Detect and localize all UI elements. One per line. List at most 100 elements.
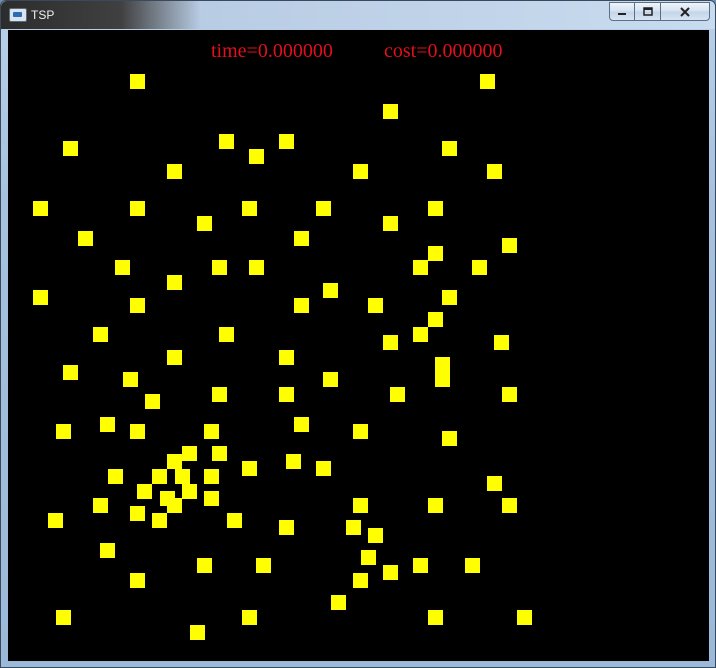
city-point xyxy=(152,513,167,528)
city-point xyxy=(182,484,197,499)
city-point xyxy=(428,246,443,261)
maximize-button[interactable] xyxy=(634,2,661,21)
city-point xyxy=(286,454,301,469)
title-bar[interactable]: TSP xyxy=(1,1,715,29)
city-point xyxy=(56,424,71,439)
city-point xyxy=(33,201,48,216)
city-point xyxy=(517,610,532,625)
city-point xyxy=(294,417,309,432)
city-point xyxy=(130,74,145,89)
city-point xyxy=(279,350,294,365)
city-point xyxy=(383,104,398,119)
city-point xyxy=(435,357,450,372)
city-point xyxy=(242,610,257,625)
city-point xyxy=(316,201,331,216)
city-point xyxy=(383,335,398,350)
city-point xyxy=(346,520,361,535)
city-point xyxy=(472,260,487,275)
window-title: TSP xyxy=(31,8,55,22)
city-point xyxy=(502,387,517,402)
city-point xyxy=(442,290,457,305)
city-point xyxy=(413,558,428,573)
city-point xyxy=(227,513,242,528)
city-point xyxy=(63,141,78,156)
city-point xyxy=(279,387,294,402)
city-point xyxy=(487,164,502,179)
time-readout: time=0.000000 xyxy=(211,40,333,62)
city-point xyxy=(316,461,331,476)
city-point xyxy=(197,558,212,573)
city-point xyxy=(353,164,368,179)
city-point xyxy=(294,231,309,246)
city-point xyxy=(93,498,108,513)
city-point xyxy=(48,513,63,528)
city-point xyxy=(323,283,338,298)
city-point xyxy=(108,469,123,484)
city-point xyxy=(435,372,450,387)
city-point xyxy=(502,498,517,513)
city-point xyxy=(130,201,145,216)
tsp-canvas[interactable]: time=0.000000 cost=0.000000 xyxy=(8,30,709,661)
city-point xyxy=(175,469,190,484)
city-point xyxy=(353,424,368,439)
city-point xyxy=(63,365,78,380)
city-point xyxy=(130,506,145,521)
city-point xyxy=(442,431,457,446)
close-button[interactable] xyxy=(660,2,710,21)
city-point xyxy=(145,394,160,409)
app-icon xyxy=(9,8,27,22)
city-point xyxy=(465,558,480,573)
minimize-button[interactable] xyxy=(609,2,635,21)
city-point xyxy=(279,134,294,149)
maximize-icon xyxy=(642,6,653,16)
city-point xyxy=(413,260,428,275)
city-point xyxy=(442,141,457,156)
city-point xyxy=(137,484,152,499)
city-point xyxy=(212,446,227,461)
city-point xyxy=(93,327,108,342)
minimize-icon xyxy=(618,12,626,15)
city-point xyxy=(204,491,219,506)
city-point xyxy=(167,498,182,513)
city-point xyxy=(204,424,219,439)
city-point xyxy=(249,260,264,275)
city-point xyxy=(428,201,443,216)
city-point xyxy=(152,469,167,484)
city-point xyxy=(494,335,509,350)
city-point xyxy=(167,164,182,179)
city-point xyxy=(368,298,383,313)
city-point xyxy=(256,558,271,573)
close-icon xyxy=(680,6,690,17)
city-point xyxy=(428,312,443,327)
city-point xyxy=(130,298,145,313)
city-point xyxy=(78,231,93,246)
city-point xyxy=(190,625,205,640)
city-point xyxy=(212,387,227,402)
city-point xyxy=(242,201,257,216)
city-point xyxy=(383,216,398,231)
city-point xyxy=(123,372,138,387)
cost-readout: cost=0.000000 xyxy=(384,40,503,62)
city-point xyxy=(428,498,443,513)
city-point xyxy=(353,498,368,513)
city-point xyxy=(212,260,227,275)
city-point xyxy=(361,550,376,565)
city-point xyxy=(115,260,130,275)
city-point xyxy=(56,610,71,625)
city-point xyxy=(167,275,182,290)
city-point xyxy=(368,528,383,543)
city-point xyxy=(502,238,517,253)
city-point xyxy=(279,520,294,535)
city-point xyxy=(242,461,257,476)
city-point xyxy=(383,565,398,580)
city-point xyxy=(100,543,115,558)
city-point xyxy=(331,595,346,610)
city-point xyxy=(487,476,502,491)
city-point xyxy=(204,469,219,484)
city-point xyxy=(413,327,428,342)
city-point xyxy=(294,298,309,313)
city-point xyxy=(390,387,405,402)
tsp-window: TSP time=0.000000 cost=0.000000 xyxy=(0,0,716,668)
city-point xyxy=(480,74,495,89)
city-point xyxy=(197,216,212,231)
